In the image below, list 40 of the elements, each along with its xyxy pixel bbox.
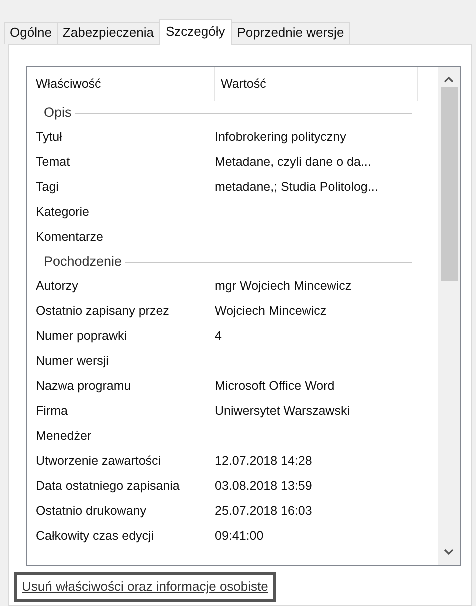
column-header[interactable]: Właściwość <box>36 74 102 94</box>
property-name: Data ostatniego zapisania <box>36 479 180 494</box>
property-value: 4 <box>215 328 222 346</box>
column-header[interactable]: Wartość <box>215 74 266 94</box>
tab[interactable]: Szczegóły <box>158 19 232 45</box>
scrollbar[interactable] <box>438 67 460 565</box>
property-value: metadane,; Studia Politolog... <box>215 179 378 196</box>
property-value: Uniwersytet Warszawski <box>215 403 350 420</box>
property-name: Tagi <box>36 180 59 194</box>
property-name: Temat <box>36 155 70 170</box>
property-value: Metadane, czyli dane o da... <box>215 154 372 172</box>
tab[interactable]: Ogólne <box>4 22 58 44</box>
scroll-down-icon[interactable] <box>444 549 454 556</box>
scroll-thumb[interactable] <box>440 87 458 281</box>
property-name: Nazwa programu <box>36 379 132 394</box>
property-name: Całkowity czas edycji <box>36 529 154 544</box>
property-value: mgr Wojciech Mincewicz <box>215 278 352 296</box>
property-value: 09:41:00 <box>215 528 264 546</box>
property-name: Kategorie <box>36 205 90 220</box>
property-name: Menedżer <box>36 429 92 444</box>
property-name: Numer poprawki <box>36 329 128 344</box>
property-value: Wojciech Mincewicz <box>215 303 327 320</box>
property-name: Autorzy <box>36 279 78 294</box>
property-name: Komentarze <box>36 230 104 244</box>
property-name: Tytuł <box>36 130 62 144</box>
property-value: 12.07.2018 14:28 <box>215 453 312 470</box>
property-name: Firma <box>36 404 68 418</box>
property-value: Infobrokering polityczny <box>215 129 346 146</box>
scroll-up-icon[interactable] <box>444 76 454 83</box>
property-value: 25.07.2018 16:03 <box>215 503 312 520</box>
tab[interactable]: Poprzednie wersje <box>231 22 350 44</box>
property-name: Ostatnio drukowany <box>36 504 146 518</box>
property-value: Microsoft Office Word <box>215 378 335 396</box>
property-name: Utworzenie zawartości <box>36 454 162 468</box>
group-header: Pochodzenie <box>44 252 124 271</box>
property-name: Ostatnio zapisany przez <box>36 304 170 318</box>
group-header: Opis <box>44 104 73 122</box>
property-value: 03.08.2018 13:59 <box>215 478 312 496</box>
remove-properties-link[interactable]: Usuń właściwości oraz informacje osobiste <box>22 579 268 594</box>
property-name: Numer wersji <box>36 354 109 368</box>
